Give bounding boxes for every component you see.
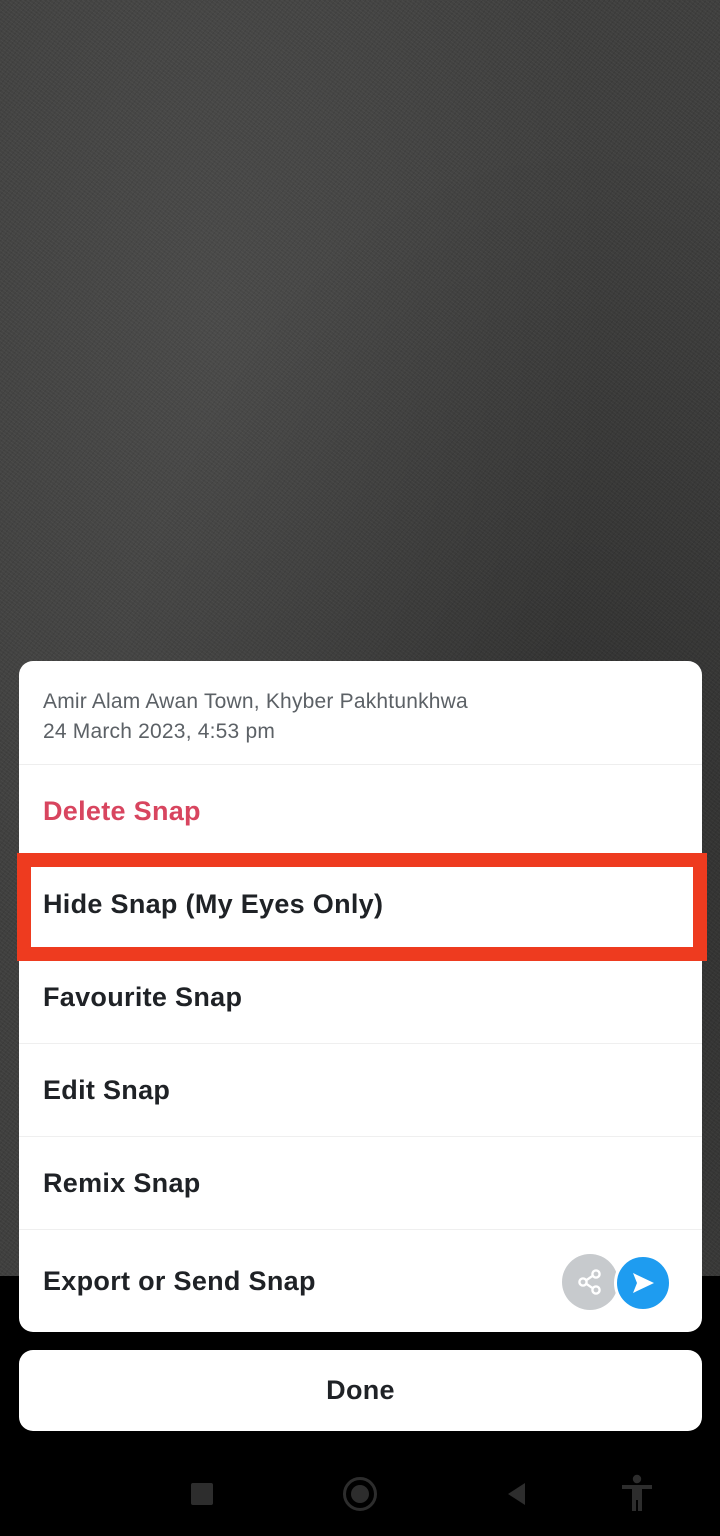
favourite-snap-label: Favourite Snap — [43, 981, 243, 1012]
hide-snap-label: Hide Snap (My Eyes Only) — [43, 888, 384, 919]
send-icon[interactable] — [614, 1254, 672, 1312]
delete-snap-label: Delete Snap — [43, 795, 201, 826]
export-send-snap-option[interactable]: Export or Send Snap — [19, 1230, 702, 1332]
export-send-snap-label: Export or Send Snap — [43, 1265, 316, 1296]
favourite-snap-option[interactable]: Favourite Snap — [19, 951, 702, 1044]
done-button[interactable]: Done — [19, 1350, 702, 1431]
edit-snap-label: Edit Snap — [43, 1074, 171, 1105]
export-icons-group — [562, 1254, 672, 1312]
snap-options-sheet: Amir Alam Awan Town, Khyber Pakhtunkhwa … — [19, 661, 702, 1332]
share-icon[interactable] — [562, 1254, 618, 1310]
remix-snap-label: Remix Snap — [43, 1167, 201, 1198]
snap-location: Amir Alam Awan Town, Khyber Pakhtunkhwa — [43, 690, 468, 713]
remix-snap-option[interactable]: Remix Snap — [19, 1137, 702, 1230]
home-icon[interactable] — [343, 1477, 377, 1511]
snap-info-header: Amir Alam Awan Town, Khyber Pakhtunkhwa … — [19, 661, 702, 765]
snap-timestamp: 24 March 2023, 4:53 pm — [43, 720, 276, 743]
hide-snap-option[interactable]: Hide Snap (My Eyes Only) — [19, 858, 702, 951]
system-navigation-bar — [0, 1450, 720, 1536]
recents-icon[interactable] — [191, 1483, 213, 1505]
edit-snap-option[interactable]: Edit Snap — [19, 1044, 702, 1137]
screen: Amir Alam Awan Town, Khyber Pakhtunkhwa … — [0, 0, 720, 1536]
accessibility-icon[interactable] — [620, 1474, 654, 1517]
delete-snap-option[interactable]: Delete Snap — [19, 765, 702, 858]
back-icon[interactable] — [505, 1481, 527, 1512]
done-button-label: Done — [326, 1375, 395, 1405]
